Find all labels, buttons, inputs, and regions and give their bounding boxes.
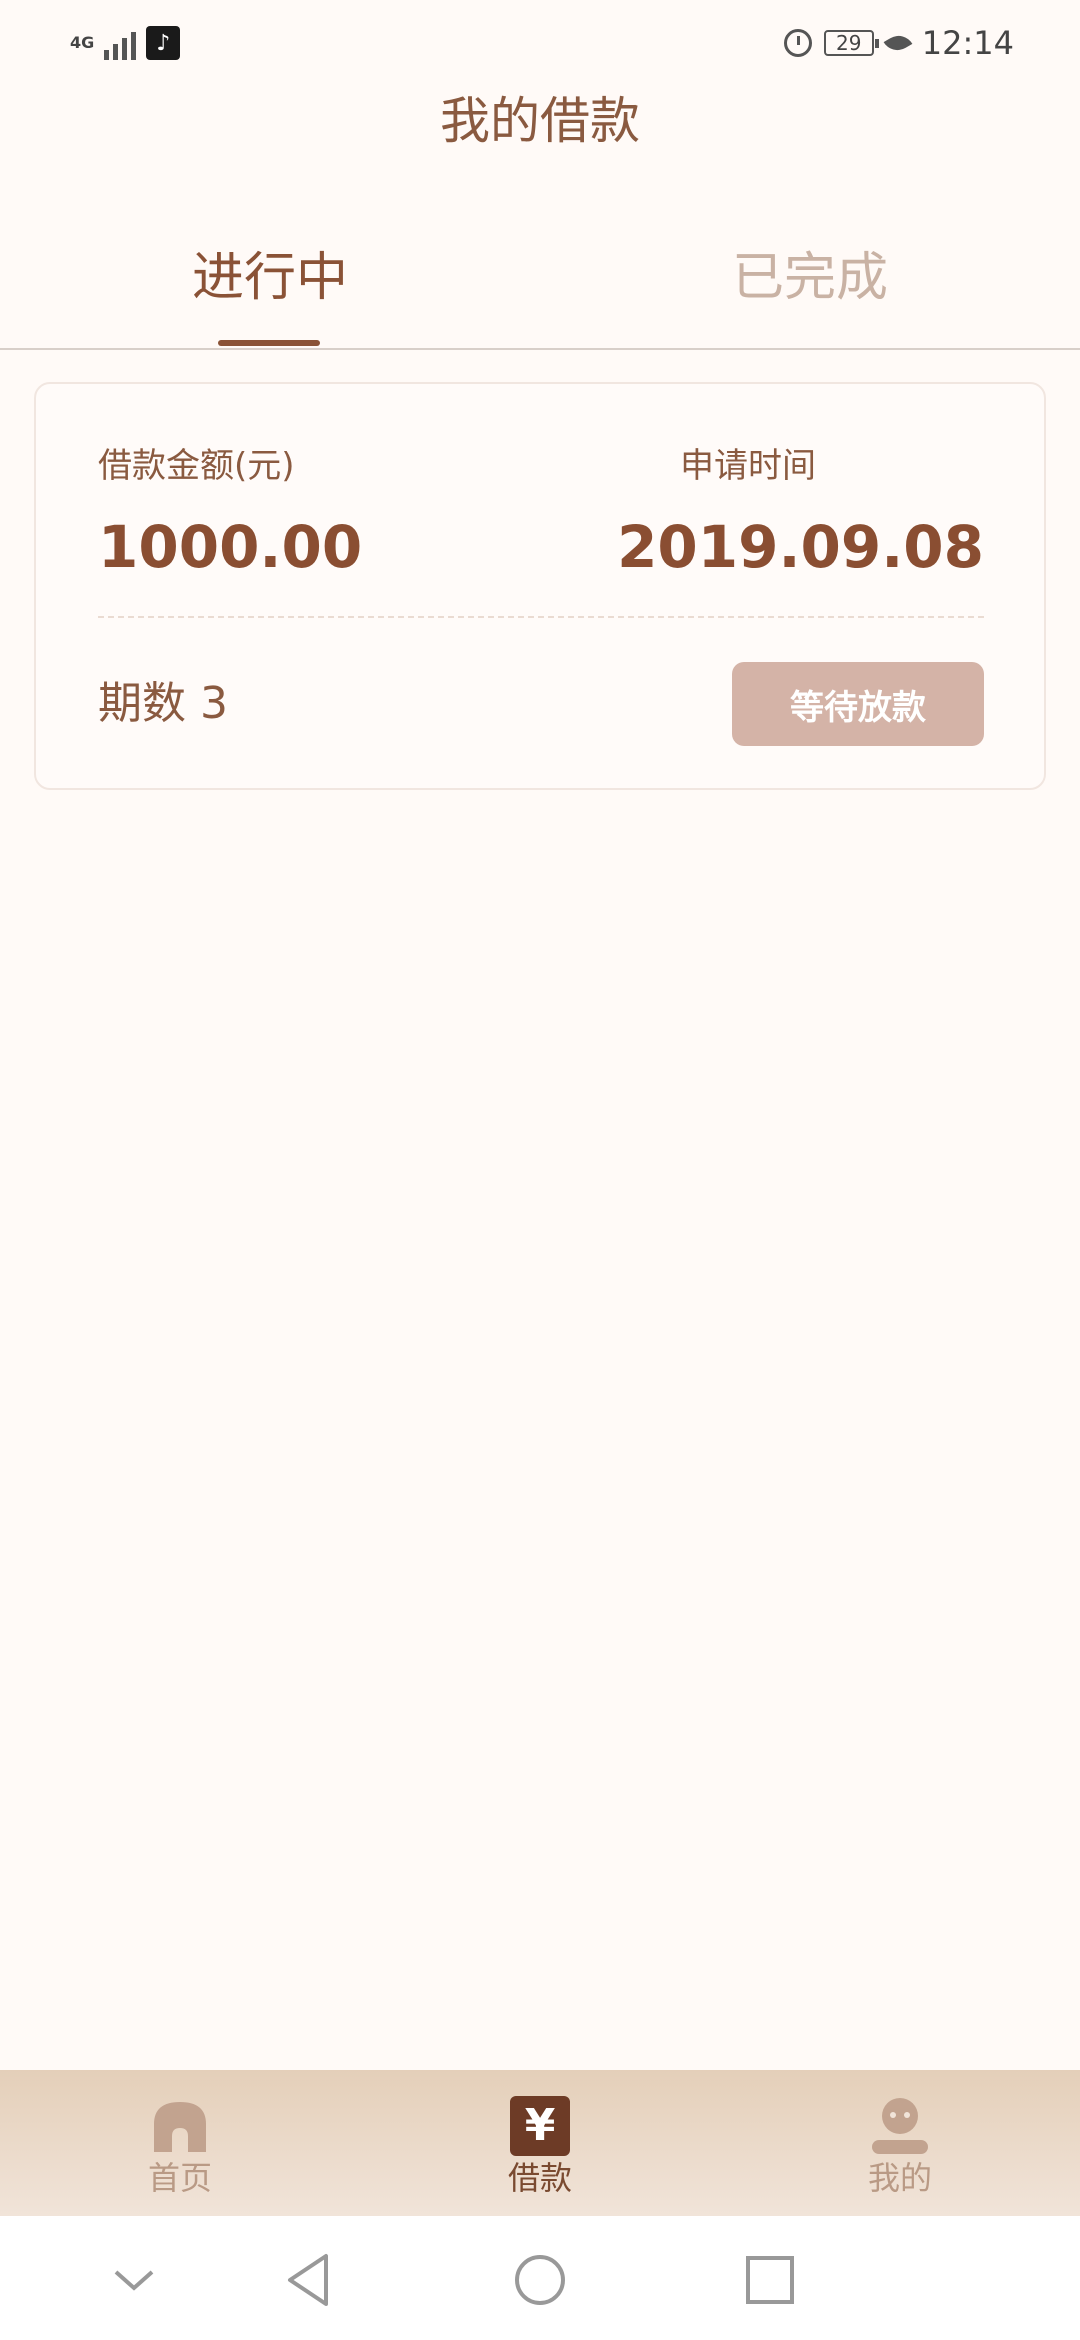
active-tab-indicator — [218, 340, 320, 346]
nav-item-loan[interactable]: ¥ 借款 — [440, 2070, 640, 2216]
chevron-down-icon[interactable] — [104, 2250, 164, 2310]
loan-amount-value: 1000.00 — [98, 513, 363, 581]
bottom-nav: 首页 ¥ 借款 我的 — [0, 2070, 1080, 2216]
home-icon — [150, 2096, 210, 2156]
tab-bar: 进行中 已完成 — [0, 240, 1080, 350]
tab-completed[interactable]: 已完成 — [680, 240, 940, 346]
battery-icon: 29 — [823, 30, 879, 56]
status-left: 4G ♪ — [70, 26, 181, 60]
network-label: 4G — [70, 33, 95, 52]
nav-item-home[interactable]: 首页 — [80, 2070, 280, 2216]
loan-amount-label: 借款金额(元) — [98, 446, 295, 486]
signal-icon — [104, 26, 137, 60]
leaf-icon — [883, 30, 913, 56]
apply-time-label: 申请时间 — [680, 446, 816, 486]
page-title: 我的借款 — [440, 92, 640, 150]
yuan-icon: ¥ — [510, 2096, 570, 2156]
back-icon[interactable] — [280, 2250, 340, 2310]
nav-label-loan: 借款 — [507, 2159, 572, 2197]
card-divider — [98, 616, 984, 618]
loan-card[interactable]: 借款金额(元) 1000.00 申请时间 2019.09.08 期数 3 等待放… — [34, 382, 1046, 790]
recent-apps-icon[interactable] — [740, 2250, 800, 2310]
clock: 12:14 — [921, 24, 1014, 62]
alarm-icon — [783, 29, 812, 57]
nav-label-mine: 我的 — [867, 2159, 932, 2197]
tiktok-icon: ♪ — [146, 26, 181, 60]
system-nav — [0, 2216, 1080, 2340]
status-bar: 4G ♪ 29 12:14 — [0, 0, 1080, 90]
apply-time-value: 2019.09.08 — [617, 513, 984, 581]
nav-item-mine[interactable]: 我的 — [800, 2070, 1000, 2216]
profile-icon — [870, 2096, 930, 2156]
status-right: 29 12:14 — [783, 24, 1014, 62]
nav-label-home: 首页 — [147, 2159, 212, 2197]
loan-periods: 期数 3 — [98, 678, 228, 729]
battery-level: 29 — [836, 31, 862, 55]
tab-in-progress[interactable]: 进行中 — [140, 240, 400, 346]
awaiting-disbursement-button[interactable]: 等待放款 — [732, 662, 984, 746]
home-circle-icon[interactable] — [510, 2250, 570, 2310]
